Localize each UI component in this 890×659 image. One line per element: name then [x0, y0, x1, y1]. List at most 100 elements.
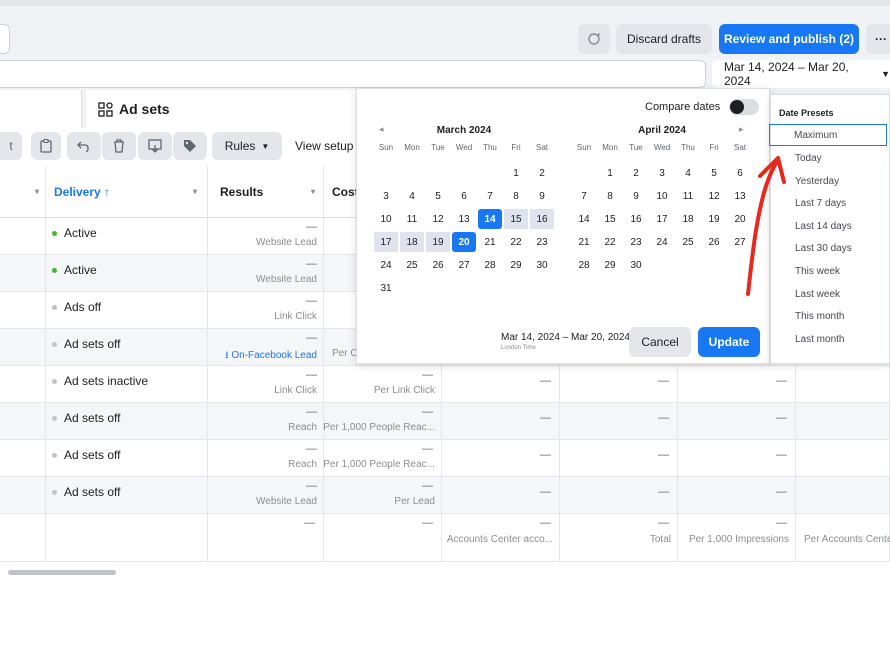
sync-icon[interactable] — [578, 24, 610, 54]
cancel-button[interactable]: Cancel — [629, 327, 691, 357]
table-row[interactable]: Ad sets off — Reach — Per 1,000 People Reac.… — [0, 440, 890, 477]
update-button[interactable]: Update — [698, 327, 760, 357]
calendar-day[interactable]: 29 — [504, 255, 528, 275]
calendar-day[interactable]: 17 — [374, 232, 398, 252]
calendar-day[interactable]: 14 — [478, 209, 502, 229]
more-options-button[interactable]: ··· — [866, 24, 890, 54]
results-column-header[interactable]: Results ▾ — [208, 166, 324, 218]
weekday-label: Thu — [483, 143, 497, 152]
calendar-day[interactable]: 13 — [452, 209, 476, 229]
calendar-day[interactable]: 21 — [572, 232, 596, 252]
preset-last-7-days[interactable]: Last 7 days — [795, 198, 846, 209]
export-icon[interactable] — [138, 132, 172, 160]
calendar-day[interactable]: 28 — [572, 255, 596, 275]
calendar-day[interactable]: 28 — [478, 255, 502, 275]
calendar-day[interactable]: 4 — [676, 163, 700, 183]
table-row[interactable]: Ad sets off — Website Lead — Per Lead — — — — [0, 477, 890, 514]
calendar-day[interactable]: 24 — [650, 232, 674, 252]
calendar-day[interactable]: 2 — [624, 163, 648, 183]
calendar-day[interactable]: 26 — [702, 232, 726, 252]
rules-dropdown[interactable]: Rules ▼ — [212, 132, 282, 160]
tab-ad-sets[interactable]: Ad sets — [86, 90, 366, 128]
edit-button-edge[interactable]: t — [0, 132, 22, 160]
calendar-day[interactable]: 10 — [374, 209, 398, 229]
date-range-selector[interactable]: Mar 14, 2024 – Mar 20, 2024 ▼ — [712, 60, 890, 88]
calendar-day[interactable]: 15 — [598, 209, 622, 229]
tab-campaigns[interactable] — [0, 90, 82, 128]
calendar-day[interactable]: 14 — [572, 209, 596, 229]
calendar-day[interactable]: 20 — [452, 232, 476, 252]
calendar-day[interactable]: 11 — [400, 209, 424, 229]
calendar-day[interactable]: 5 — [426, 186, 450, 206]
calendar-day[interactable]: 22 — [504, 232, 528, 252]
undo-icon[interactable] — [67, 132, 101, 160]
calendar-day[interactable]: 3 — [374, 186, 398, 206]
review-publish-button[interactable]: Review and publish (2) — [719, 24, 859, 54]
calendar-day[interactable]: 18 — [400, 232, 424, 252]
calendar-day[interactable]: 7 — [572, 186, 596, 206]
calendar-day[interactable]: 12 — [426, 209, 450, 229]
weekday-label: Thu — [681, 143, 695, 152]
discard-drafts-button[interactable]: Discard drafts — [616, 24, 712, 54]
delivery-status: Ad sets inactive — [52, 374, 148, 388]
preset-this-week[interactable]: This week — [795, 266, 840, 277]
preset-yesterday[interactable]: Yesterday — [795, 176, 839, 187]
results-type[interactable]: ⭳ On-Facebook Lead — [225, 348, 317, 365]
calendar-day[interactable]: 11 — [676, 186, 700, 206]
calendar-day[interactable]: 7 — [478, 186, 502, 206]
preset-maximum[interactable]: Maximum — [769, 124, 887, 146]
calendar-day[interactable]: 26 — [426, 255, 450, 275]
table-row[interactable]: Ad sets off — Reach — Per 1,000 People Reac.… — [0, 403, 890, 440]
calendar-day[interactable]: 1 — [504, 163, 528, 183]
calendar-day[interactable]: 30 — [530, 255, 554, 275]
calendar-day[interactable]: 29 — [598, 255, 622, 275]
horizontal-scrollbar[interactable] — [8, 570, 116, 575]
delivery-column-header[interactable]: Delivery ↑ ▾ — [46, 166, 208, 218]
calendar-day[interactable]: 27 — [452, 255, 476, 275]
preset-last-month[interactable]: Last month — [795, 334, 844, 345]
preset-today[interactable]: Today — [795, 153, 822, 164]
search-field-edge[interactable] — [0, 24, 10, 54]
calendar-day[interactable]: 31 — [374, 278, 398, 298]
preset-this-month[interactable]: This month — [795, 311, 844, 322]
calendar-day[interactable]: 24 — [374, 255, 398, 275]
preset-last-30-days[interactable]: Last 30 days — [795, 243, 852, 254]
preset-last-14-days[interactable]: Last 14 days — [795, 221, 852, 232]
clipboard-icon[interactable] — [31, 132, 61, 160]
calendar-day[interactable]: 19 — [426, 232, 450, 252]
calendar-day[interactable]: 18 — [676, 209, 700, 229]
calendar-day[interactable]: 15 — [504, 209, 528, 229]
table-row[interactable]: Ad sets inactive — Link Click — Per Link Cli… — [0, 366, 890, 403]
calendar-day[interactable]: 22 — [598, 232, 622, 252]
tag-icon[interactable] — [173, 132, 207, 160]
trash-icon[interactable] — [102, 132, 136, 160]
compare-dates-toggle[interactable] — [729, 99, 759, 115]
calendar-day[interactable]: 8 — [504, 186, 528, 206]
calendar-day[interactable]: 10 — [650, 186, 674, 206]
calendar-day[interactable]: 19 — [702, 209, 726, 229]
calendar-day[interactable]: 6 — [452, 186, 476, 206]
calendar-day[interactable]: 30 — [624, 255, 648, 275]
calendar-day[interactable]: 16 — [624, 209, 648, 229]
column-menu-icon[interactable]: ▾ — [311, 187, 315, 196]
calendar-day[interactable]: 23 — [624, 232, 648, 252]
calendar-day[interactable]: 12 — [702, 186, 726, 206]
calendar-day[interactable]: 5 — [702, 163, 726, 183]
calendar-day[interactable]: 9 — [624, 186, 648, 206]
calendar-day[interactable]: 2 — [530, 163, 554, 183]
calendar-day[interactable]: 21 — [478, 232, 502, 252]
filter-bar[interactable] — [0, 60, 706, 88]
calendar-day[interactable]: 25 — [676, 232, 700, 252]
calendar-day[interactable]: 17 — [650, 209, 674, 229]
calendar-day[interactable]: 3 — [650, 163, 674, 183]
view-setup-button[interactable]: View setup — [295, 139, 353, 153]
calendar-day[interactable]: 4 — [400, 186, 424, 206]
calendar-day[interactable]: 1 — [598, 163, 622, 183]
column-menu-icon[interactable]: ▾ — [193, 187, 197, 196]
calendar-day[interactable]: 16 — [530, 209, 554, 229]
calendar-day[interactable]: 25 — [400, 255, 424, 275]
calendar-day[interactable]: 8 — [598, 186, 622, 206]
preset-last-week[interactable]: Last week — [795, 289, 840, 300]
calendar-day[interactable]: 9 — [530, 186, 554, 206]
calendar-day[interactable]: 23 — [530, 232, 554, 252]
